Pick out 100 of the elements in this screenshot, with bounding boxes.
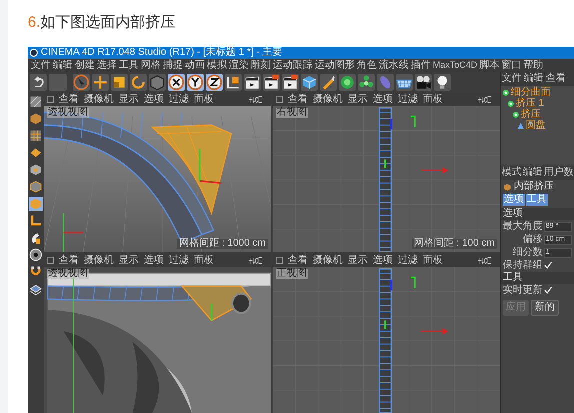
viewport-menu-item[interactable]: 过滤 <box>398 94 418 104</box>
texture-icon[interactable] <box>29 95 43 109</box>
panel-menu-item[interactable]: 编辑 <box>524 74 544 84</box>
viewport-menu-item[interactable]: 查看 <box>288 256 308 266</box>
snap-icon[interactable] <box>29 248 43 262</box>
menu-item[interactable]: 脚本 <box>480 60 500 70</box>
checker-grid-icon[interactable] <box>29 129 43 143</box>
panel-menu-item[interactable]: 用户数 <box>544 168 574 178</box>
viewport-menu-item[interactable]: 摄像机 <box>84 256 114 266</box>
viewport-menu-item[interactable]: 面板 <box>194 256 214 266</box>
y-axis-icon[interactable] <box>187 74 204 91</box>
checkbox[interactable] <box>544 286 553 295</box>
z-axis-icon[interactable] <box>206 74 223 91</box>
viewport[interactable]: 正视图 <box>273 267 500 413</box>
cube-icon[interactable] <box>301 74 318 91</box>
viewport[interactable]: 透视视图 网格间距 : 1000 cm <box>44 106 271 252</box>
menu-item[interactable]: 运动图形 <box>315 60 355 70</box>
object-name[interactable]: 挤压 1 <box>516 99 544 109</box>
menu-item[interactable]: MaxToC4D <box>433 61 478 70</box>
move-icon[interactable] <box>92 74 109 91</box>
panel-toggle-icon[interactable] <box>276 96 283 103</box>
axis-mode-icon[interactable] <box>29 214 43 228</box>
checkbox[interactable] <box>544 261 553 270</box>
viewport-menu-item[interactable]: 过滤 <box>398 256 418 266</box>
viewport-menu-item[interactable]: 摄像机 <box>313 256 343 266</box>
step-number: 6. <box>28 13 41 34</box>
edges-mode-icon[interactable] <box>29 180 43 194</box>
menu-item[interactable]: 渲染 <box>229 60 249 70</box>
x-axis-icon[interactable] <box>168 74 185 91</box>
viewport-menu-item[interactable]: 选项 <box>144 94 164 104</box>
viewport-label: 正视图 <box>276 269 308 279</box>
viewport-menu-item[interactable]: 查看 <box>59 94 79 104</box>
panel-menu-item[interactable]: 文件 <box>502 74 522 84</box>
viewport-menu-item[interactable]: 面板 <box>194 94 214 104</box>
viewport-menu-item[interactable]: 选项 <box>373 256 393 266</box>
viewport-menu-item[interactable]: 选项 <box>373 94 393 104</box>
cube-outline-icon[interactable] <box>149 74 166 91</box>
workplane-icon[interactable] <box>29 282 43 296</box>
object-name[interactable]: 挤压 <box>521 110 541 120</box>
panel-menu-item[interactable]: 编辑 <box>523 168 543 178</box>
menu-item[interactable]: 创建 <box>75 60 95 70</box>
viewport-menu-item[interactable]: 查看 <box>59 256 79 266</box>
viewport-menu-item[interactable]: 查看 <box>288 94 308 104</box>
menu-item[interactable]: 选择 <box>97 60 117 70</box>
viewport-label: 右视图 <box>276 108 308 118</box>
menu-item[interactable]: 流水线 <box>379 60 409 70</box>
viewport[interactable]: 透视视图 <box>44 267 271 413</box>
menu-item[interactable]: 捕捉 <box>163 60 183 70</box>
camera-icon[interactable] <box>415 74 432 91</box>
menu-item[interactable]: 雕刻 <box>251 60 271 70</box>
panel-toggle-icon[interactable] <box>47 96 54 103</box>
panel-toggle-icon[interactable] <box>276 257 283 264</box>
clapperboard-icon[interactable] <box>263 74 280 91</box>
menu-item[interactable]: 运动跟踪 <box>273 60 313 70</box>
menu-item[interactable]: 帮助 <box>524 60 544 70</box>
menu-item[interactable]: 编辑 <box>53 60 73 70</box>
section-header: 选项 <box>501 208 574 220</box>
axis-gizmo-icon <box>411 116 449 174</box>
menu-item[interactable]: 网格 <box>141 60 161 70</box>
viewport-menu-item[interactable]: 过滤 <box>169 256 189 266</box>
rotate-icon[interactable] <box>130 74 147 91</box>
field-label: 保持群组 <box>503 260 543 270</box>
viewport[interactable]: 右视图 网格间距 : 100 cm <box>273 106 500 252</box>
menu-item[interactable]: 窗口 <box>502 60 522 70</box>
object-name[interactable]: 细分曲面 <box>511 88 551 98</box>
scale-icon[interactable] <box>111 74 128 91</box>
viewport-menu-item[interactable]: 显示 <box>119 94 139 104</box>
panel-menu-item[interactable]: 模式 <box>502 168 522 178</box>
menu-item[interactable]: 动画 <box>185 60 205 70</box>
clapperboard-icon[interactable] <box>244 74 261 91</box>
clapperboard-icon[interactable] <box>282 74 299 91</box>
menu-item[interactable]: 角色 <box>357 60 377 70</box>
viewport-menu-item[interactable]: 面板 <box>423 256 443 266</box>
panel-toggle-icon[interactable] <box>47 257 54 264</box>
viewport-label: 透视视图 <box>47 269 89 279</box>
object-name[interactable]: 圆盘 <box>526 121 546 131</box>
grid-spacing-label: 网格间距 : 1000 cm <box>177 239 268 249</box>
model-mode-icon[interactable] <box>29 112 43 126</box>
menu-item[interactable]: 模拟 <box>207 60 227 70</box>
menu-item[interactable]: 文件 <box>31 60 51 70</box>
viewport-menu-item[interactable]: 显示 <box>348 256 368 266</box>
viewport-menu-item[interactable]: 显示 <box>348 94 368 104</box>
points-mode-icon[interactable] <box>29 163 43 177</box>
coordinate-system-icon[interactable] <box>225 74 242 91</box>
polygon-object-icon <box>517 122 525 130</box>
menu-item[interactable]: 插件 <box>411 60 431 70</box>
tool-title: 内部挤压 <box>514 182 554 192</box>
viewport-menu-item[interactable]: 选项 <box>144 256 164 266</box>
sphere-icon[interactable] <box>339 74 356 91</box>
viewport-menu-item[interactable]: 显示 <box>119 256 139 266</box>
step-title: 如下图选面内部挤压 <box>40 13 176 34</box>
panel-menu-item[interactable]: 查看 <box>546 74 566 84</box>
viewport-menu-item[interactable]: 摄像机 <box>313 94 343 104</box>
section-header: 工具 <box>501 272 574 284</box>
layers-icon[interactable] <box>29 146 43 160</box>
viewport-menu-item[interactable]: 过滤 <box>169 94 189 104</box>
viewport-menu-item[interactable]: 面板 <box>423 94 443 104</box>
action-button[interactable]: 新的 <box>531 300 559 316</box>
viewport-menu-item[interactable]: 摄像机 <box>84 94 114 104</box>
menu-item[interactable]: 工具 <box>119 60 139 70</box>
